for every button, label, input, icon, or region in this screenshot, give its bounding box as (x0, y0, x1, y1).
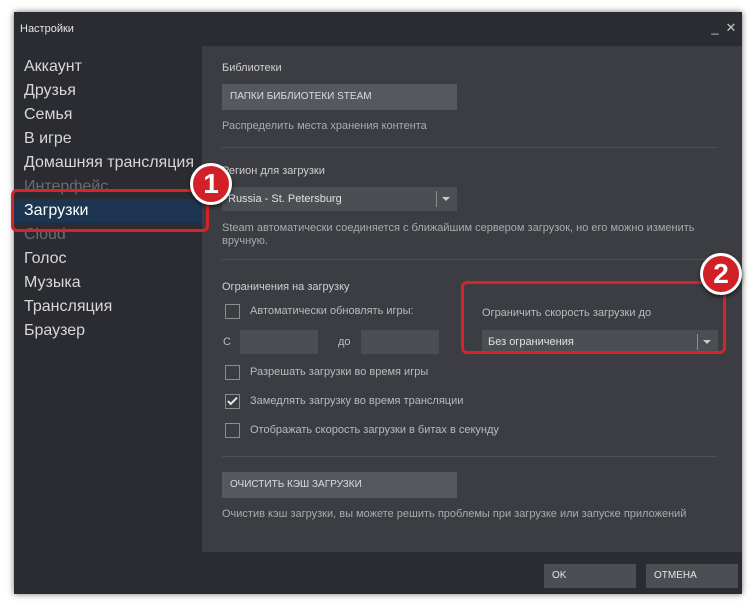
clear-download-cache-button[interactable]: ОЧИСТИТЬ КЭШ ЗАГРУЗКИ (222, 472, 457, 498)
show-bits-per-second-label: Отображать скорость загрузки в битах в с… (250, 424, 499, 436)
download-region-heading: Регион для загрузки (222, 165, 325, 177)
chevron-down-icon (703, 340, 711, 344)
select-separator (436, 191, 437, 207)
chevron-down-icon (442, 197, 450, 201)
checkmark-icon (227, 394, 238, 406)
speed-limit-select[interactable]: Без ограничения (482, 330, 718, 354)
sidebar-item-voice[interactable]: Голос (14, 247, 202, 271)
sidebar-item-cloud[interactable]: Cloud (14, 223, 202, 247)
speed-limit-label: Ограничить скорость загрузки до (482, 307, 652, 319)
steam-library-folders-button[interactable]: ПАПКИ БИБЛИОТЕКИ STEAM (222, 84, 457, 110)
divider (222, 259, 717, 260)
throttle-during-streaming-checkbox[interactable] (225, 394, 240, 409)
divider (222, 456, 717, 457)
step-badge-2: 2 (700, 253, 742, 295)
time-to-label: до (338, 336, 351, 348)
download-region-select[interactable]: Russia - St. Petersburg (222, 187, 457, 211)
allow-downloads-during-gameplay-label: Разрешать загрузки во время игры (250, 366, 429, 378)
auto-update-label: Автоматически обновлять игры: (250, 305, 414, 317)
ok-button[interactable]: OK (544, 564, 636, 588)
time-from-label: С (223, 336, 231, 348)
libraries-heading: Библиотеки (222, 62, 282, 74)
time-to-input[interactable] (361, 330, 439, 354)
downloads-settings-panel: Библиотеки ПАПКИ БИБЛИОТЕКИ STEAM Распре… (202, 46, 742, 552)
sidebar-item-in-game[interactable]: В игре (14, 127, 202, 151)
download-region-description: Steam автоматически соединяется с ближай… (222, 222, 695, 247)
sidebar-item-remote-play[interactable]: Домашняя трансляция (14, 151, 202, 175)
sidebar-item-music[interactable]: Музыка (14, 271, 202, 295)
cancel-button[interactable]: ОТМЕНА (646, 564, 738, 588)
settings-window: Настройки _ ✕ Аккаунт Друзья Семья В игр… (14, 12, 742, 594)
dialog-footer: OK ОТМЕНА (14, 552, 742, 594)
throttle-during-streaming-label: Замедлять загрузку во время трансляции (250, 395, 464, 407)
sidebar-item-browser[interactable]: Браузер (14, 319, 202, 343)
divider (222, 147, 717, 148)
step-badge-1: 1 (190, 163, 232, 205)
sidebar-item-downloads[interactable]: Загрузки (14, 199, 202, 223)
sidebar-item-family[interactable]: Семья (14, 103, 202, 127)
time-from-input[interactable] (240, 330, 318, 354)
clear-cache-description: Очистив кэш загрузки, вы можете решить п… (222, 508, 687, 520)
auto-update-checkbox[interactable] (225, 304, 240, 319)
window-title: Настройки (20, 23, 74, 35)
download-restrictions-heading: Ограничения на загрузку (222, 281, 350, 293)
settings-sidebar: Аккаунт Друзья Семья В игре Домашняя тра… (14, 52, 202, 552)
sidebar-item-friends[interactable]: Друзья (14, 79, 202, 103)
minimize-icon[interactable]: _ (708, 20, 722, 36)
close-icon[interactable]: ✕ (724, 20, 738, 36)
show-bits-per-second-checkbox[interactable] (225, 423, 240, 438)
libraries-description: Распределить места хранения контента (222, 120, 427, 132)
select-separator (697, 334, 698, 350)
download-region-value: Russia - St. Petersburg (228, 193, 342, 205)
speed-limit-value: Без ограничения (488, 336, 574, 348)
allow-downloads-during-gameplay-checkbox[interactable] (225, 365, 240, 380)
title-bar: Настройки _ ✕ (14, 12, 742, 46)
sidebar-item-broadcasting[interactable]: Трансляция (14, 295, 202, 319)
sidebar-item-interface[interactable]: Интерфейс (14, 175, 202, 199)
sidebar-item-account[interactable]: Аккаунт (14, 55, 202, 79)
